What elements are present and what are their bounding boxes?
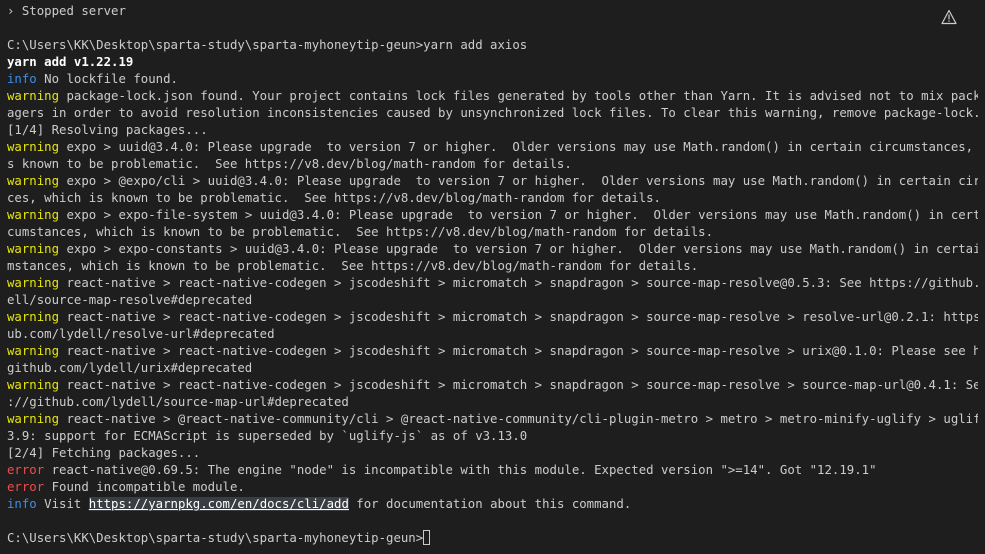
info-visit-line: info Visit https://yarnpkg.com/en/docs/c… bbox=[7, 496, 978, 513]
log-line: mstances, which is known to be problemat… bbox=[7, 258, 978, 275]
log-line: s known to be problematic. See https://v… bbox=[7, 156, 978, 173]
log-text: No lockfile found. bbox=[36, 72, 178, 86]
docs-link[interactable]: https://yarnpkg.com/en/docs/cli/add bbox=[88, 497, 349, 511]
log-text: github.com/lydell/urix#deprecated bbox=[7, 361, 253, 375]
prompt-line[interactable]: C:\Users\KK\Desktop\sparta-study\sparta-… bbox=[7, 530, 978, 547]
log-text: package-lock.json found. Your project co… bbox=[59, 89, 978, 103]
log-line: warning react-native > react-native-code… bbox=[7, 343, 978, 360]
info-prefix: info bbox=[7, 72, 37, 86]
log-line: agers in order to avoid resolution incon… bbox=[7, 105, 978, 122]
cursor bbox=[423, 530, 431, 545]
log-line: warning react-native > @react-native-com… bbox=[7, 411, 978, 428]
log-text: cumstances, which is known to be problem… bbox=[7, 225, 713, 239]
log-line: ub.com/lydell/resolve-url#deprecated bbox=[7, 326, 978, 343]
warning-prefix: warning bbox=[7, 242, 60, 256]
log-line: ell/source-map-resolve#deprecated bbox=[7, 292, 978, 309]
log-line: yarn add v1.22.19 bbox=[7, 54, 978, 71]
log-line: github.com/lydell/urix#deprecated bbox=[7, 360, 978, 377]
warning-prefix: warning bbox=[7, 140, 60, 154]
error-prefix: error bbox=[7, 463, 45, 477]
log-line: cumstances, which is known to be problem… bbox=[7, 224, 978, 241]
log-line: ://github.com/lydell/source-map-url#depr… bbox=[7, 394, 978, 411]
log-text: expo > expo-constants > uuid@3.4.0: Plea… bbox=[59, 242, 978, 256]
log-line: warning expo > expo-constants > uuid@3.4… bbox=[7, 241, 978, 258]
warning-prefix: warning bbox=[7, 412, 60, 426]
warning-prefix: warning bbox=[7, 89, 60, 103]
log-text: [1/4] Resolving packages... bbox=[7, 123, 208, 137]
log-text: react-native > @react-native-community/c… bbox=[59, 412, 978, 426]
log-text: ces, which is known to be problematic. S… bbox=[7, 191, 661, 205]
log-text: react-native@0.69.5: The engine "node" i… bbox=[44, 463, 877, 477]
log-text: s known to be problematic. See https://v… bbox=[7, 157, 572, 171]
prompt-text: C:\Users\KK\Desktop\sparta-study\sparta-… bbox=[7, 531, 424, 545]
stopped-server-line: › Stopped server bbox=[7, 4, 126, 18]
terminal-output[interactable]: › Stopped server C:\Users\KK\Desktop\spa… bbox=[0, 0, 985, 554]
log-text: Found incompatible module. bbox=[44, 480, 245, 494]
log-line: [2/4] Fetching packages... bbox=[7, 445, 978, 462]
visit-tail-text: for documentation about this command. bbox=[348, 497, 632, 511]
warning-prefix: warning bbox=[7, 344, 60, 358]
log-text: react-native > react-native-codegen > js… bbox=[59, 310, 978, 324]
log-text: C:\Users\KK\Desktop\sparta-study\sparta-… bbox=[7, 38, 528, 52]
log-line: warning react-native > react-native-code… bbox=[7, 275, 978, 292]
log-text: react-native > react-native-codegen > js… bbox=[59, 344, 978, 358]
log-line: warning expo > expo-file-system > uuid@3… bbox=[7, 207, 978, 224]
log-text: expo > uuid@3.4.0: Please upgrade to ver… bbox=[59, 140, 978, 154]
log-text: expo > expo-file-system > uuid@3.4.0: Pl… bbox=[59, 208, 978, 222]
log-line: ces, which is known to be problematic. S… bbox=[7, 190, 978, 207]
log-line: C:\Users\KK\Desktop\sparta-study\sparta-… bbox=[7, 37, 978, 54]
log-line: warning react-native > react-native-code… bbox=[7, 377, 978, 394]
log-line: warning package-lock.json found. Your pr… bbox=[7, 88, 978, 105]
log-text: mstances, which is known to be problemat… bbox=[7, 259, 699, 273]
log-line: warning react-native > react-native-code… bbox=[7, 309, 978, 326]
log-text: ell/source-map-resolve#deprecated bbox=[7, 293, 253, 307]
warning-prefix: warning bbox=[7, 174, 60, 188]
log-text: [2/4] Fetching packages... bbox=[7, 446, 201, 460]
log-line: error Found incompatible module. bbox=[7, 479, 978, 496]
log-text: react-native > react-native-codegen > js… bbox=[59, 276, 978, 290]
log-line: info No lockfile found. bbox=[7, 71, 978, 88]
log-line: 3.9: support for ECMAScript is supersede… bbox=[7, 428, 978, 445]
log-text: agers in order to avoid resolution incon… bbox=[7, 106, 978, 120]
log-text: ://github.com/lydell/source-map-url#depr… bbox=[7, 395, 349, 409]
log-line: warning expo > uuid@3.4.0: Please upgrad… bbox=[7, 139, 978, 156]
visit-text: Visit bbox=[36, 497, 89, 511]
log-line: warning expo > @expo/cli > uuid@3.4.0: P… bbox=[7, 173, 978, 190]
log-line: [1/4] Resolving packages... bbox=[7, 122, 978, 139]
log-lines: C:\Users\KK\Desktop\sparta-study\sparta-… bbox=[7, 37, 978, 496]
warning-prefix: warning bbox=[7, 378, 60, 392]
warning-prefix: warning bbox=[7, 276, 60, 290]
log-line: error react-native@0.69.5: The engine "n… bbox=[7, 462, 978, 479]
error-prefix: error bbox=[7, 480, 45, 494]
log-text: yarn add v1.22.19 bbox=[7, 55, 134, 69]
warning-prefix: warning bbox=[7, 208, 60, 222]
log-text: 3.9: support for ECMAScript is supersede… bbox=[7, 429, 528, 443]
log-text: react-native > react-native-codegen > js… bbox=[59, 378, 978, 392]
log-text: expo > @expo/cli > uuid@3.4.0: Please up… bbox=[59, 174, 978, 188]
warning-prefix: warning bbox=[7, 310, 60, 324]
warning-triangle-icon[interactable] bbox=[941, 9, 957, 25]
log-text: ub.com/lydell/resolve-url#deprecated bbox=[7, 327, 275, 341]
info-prefix: info bbox=[7, 497, 37, 511]
